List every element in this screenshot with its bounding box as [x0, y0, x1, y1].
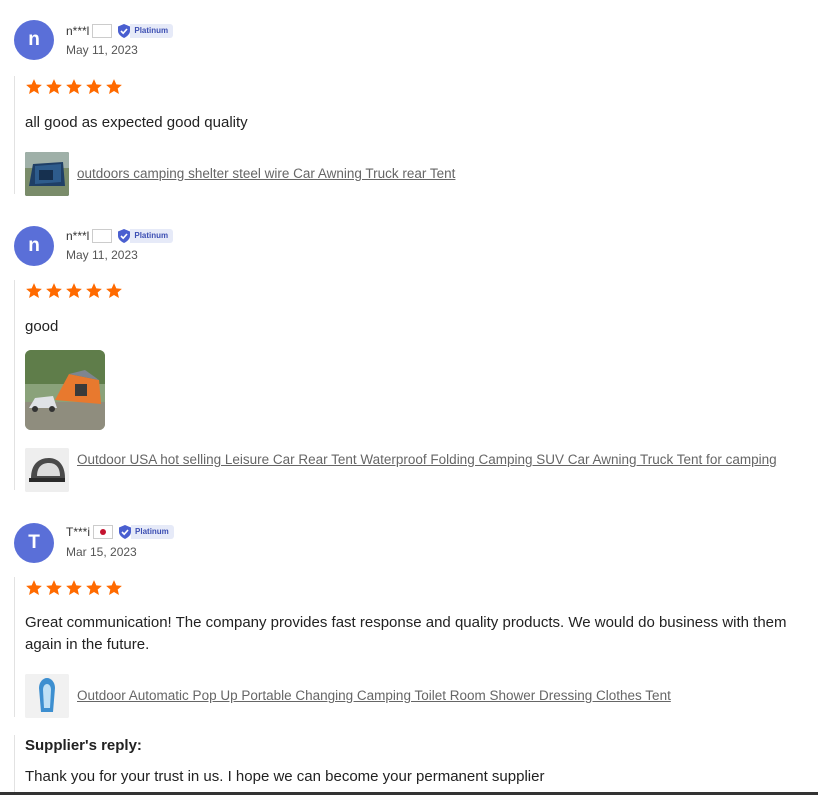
platinum-badge: Platinum [116, 229, 174, 243]
star-icon [86, 283, 102, 298]
reviewer-name: n***l Platinum [66, 229, 174, 243]
supplier-reply: Supplier's reply: Thank you for your tru… [14, 735, 818, 793]
star-icon [26, 580, 42, 595]
product-link[interactable]: outdoors camping shelter steel wire Car … [77, 165, 455, 183]
product-link[interactable]: Outdoor USA hot selling Leisure Car Rear… [77, 451, 777, 469]
review-date: May 11, 2023 [66, 43, 138, 57]
product-thumbnail[interactable] [25, 448, 69, 492]
flag-icon [92, 24, 113, 38]
username: T***i [66, 525, 91, 539]
flag-icon [93, 525, 114, 539]
review-date: Mar 15, 2023 [66, 545, 137, 559]
reviewer-name: n***l Platinum [66, 24, 174, 38]
product-link-row[interactable]: Outdoor Automatic Pop Up Portable Changi… [25, 674, 818, 718]
star-icon [86, 79, 102, 94]
review-date: May 11, 2023 [66, 248, 138, 262]
star-icon [26, 283, 42, 298]
star-rating [25, 579, 818, 599]
star-icon [26, 79, 42, 94]
platinum-badge: Platinum [116, 24, 174, 38]
avatar: n [14, 226, 54, 266]
product-link-row[interactable]: Outdoor USA hot selling Leisure Car Rear… [25, 448, 818, 492]
star-icon [86, 580, 102, 595]
username: n***l [66, 24, 90, 38]
review-photo[interactable] [25, 350, 105, 430]
star-rating [25, 78, 818, 98]
star-icon [66, 580, 82, 595]
badge-label: Platinum [130, 229, 174, 243]
review-text: good [25, 318, 59, 335]
badge-label: Platinum [131, 525, 174, 539]
product-thumbnail[interactable] [25, 152, 69, 196]
review-text: Great communication! The company provide… [25, 614, 787, 653]
review-body: all good as expected good quality outdoo… [14, 76, 818, 196]
flag-icon [92, 229, 113, 243]
avatar: T [14, 523, 54, 563]
reviewer-name: T***i Platinum [66, 525, 174, 539]
star-icon [46, 283, 62, 298]
star-rating [25, 282, 818, 302]
reply-title: Supplier's reply: [25, 737, 142, 754]
review-body: Great communication! The company provide… [14, 577, 818, 718]
reply-text: Thank you for your trust in us. I hope w… [25, 768, 545, 785]
product-link[interactable]: Outdoor Automatic Pop Up Portable Changi… [77, 687, 671, 705]
star-icon [106, 79, 122, 94]
review-text: all good as expected good quality [25, 114, 248, 131]
review-body: good Outdoor USA hot selling Leisure Car… [14, 280, 818, 492]
product-link-row[interactable]: outdoors camping shelter steel wire Car … [25, 152, 818, 196]
star-icon [106, 580, 122, 595]
username: n***l [66, 229, 90, 243]
star-icon [66, 283, 82, 298]
star-icon [106, 283, 122, 298]
star-icon [46, 79, 62, 94]
product-thumbnail[interactable] [25, 674, 69, 718]
platinum-badge: Platinum [117, 525, 174, 539]
badge-label: Platinum [130, 24, 174, 38]
star-icon [66, 79, 82, 94]
star-icon [46, 580, 62, 595]
avatar: n [14, 20, 54, 60]
